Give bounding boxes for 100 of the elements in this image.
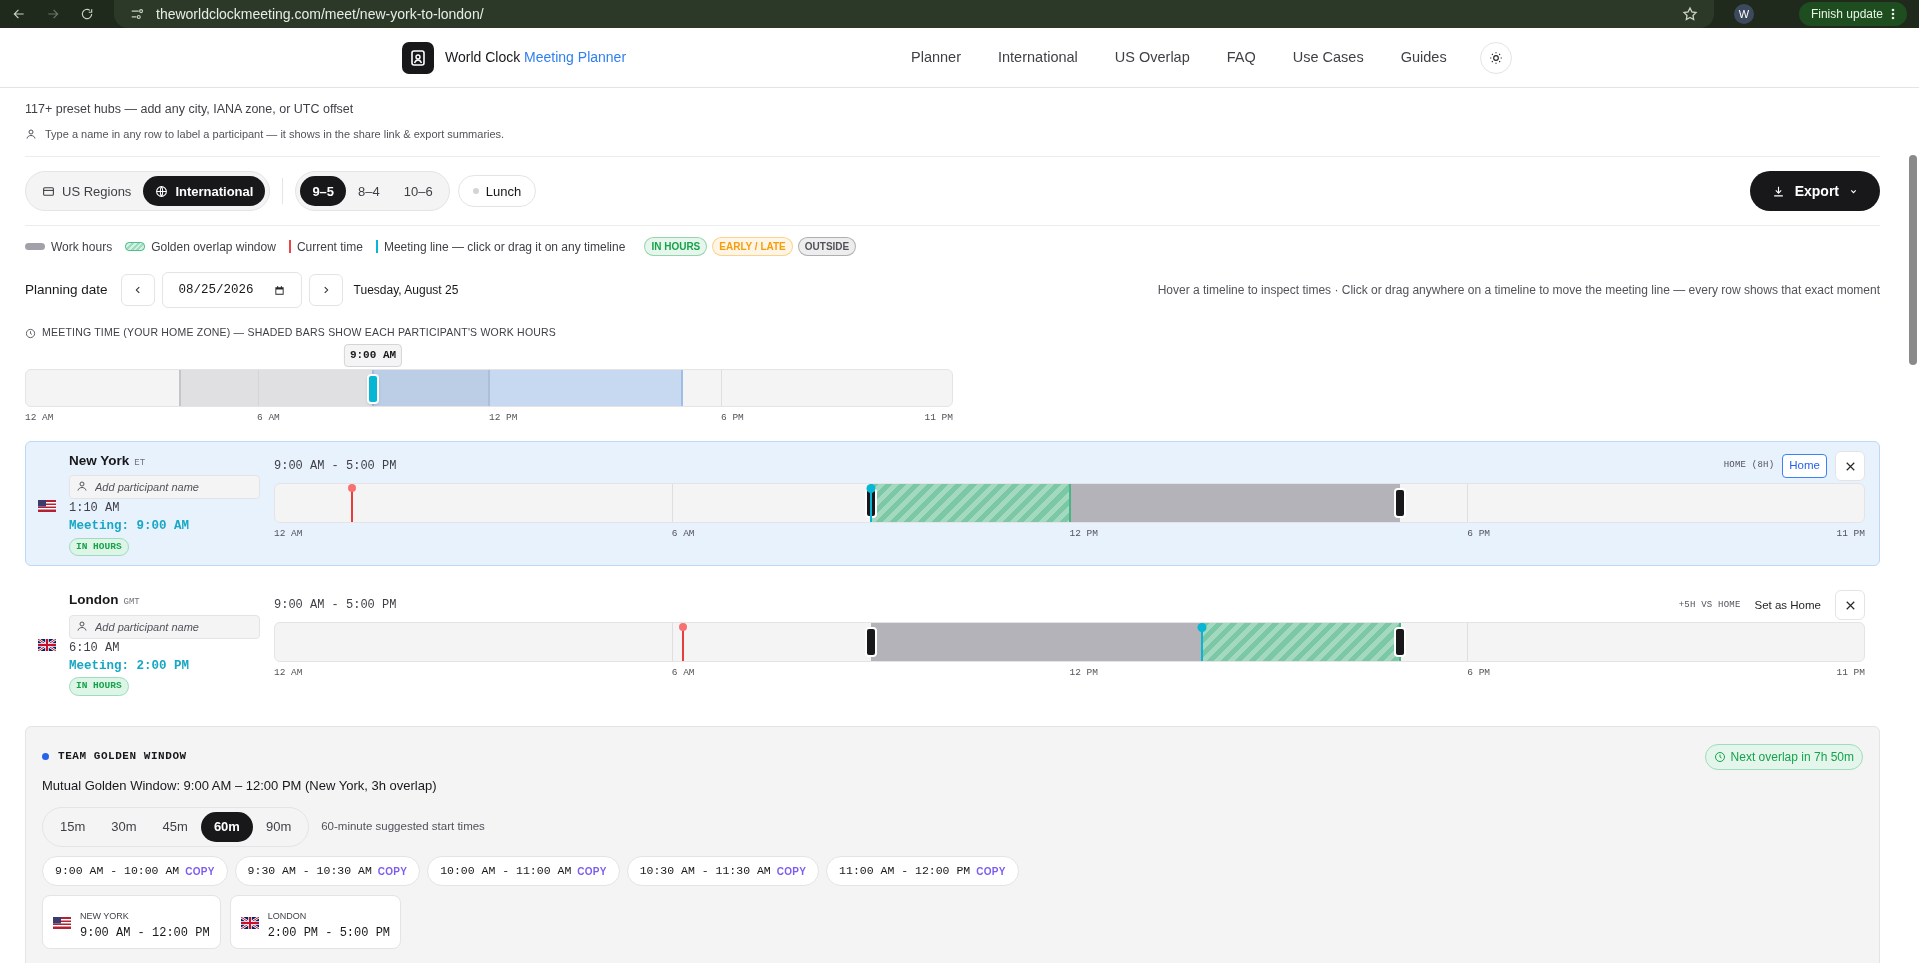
tick-label: 11 PM: [924, 411, 953, 425]
meeting-line-knob[interactable]: [866, 484, 876, 493]
work-hours-text: 9:00 AM - 5:00 PM: [274, 597, 397, 615]
zone-label: ET: [134, 457, 146, 470]
tick-label: 6 AM: [671, 666, 695, 681]
close-button[interactable]: [1835, 451, 1865, 481]
slot-time: 10:30 AM - 11:30 AM: [639, 863, 771, 880]
city-time-range: 2:00 PM - 5:00 PM: [267, 924, 391, 942]
local-time: 6:10 AM: [69, 639, 120, 657]
time-tooltip: 9:00 AM: [343, 344, 403, 367]
participant-name-field[interactable]: Add participant name: [69, 614, 260, 639]
update-button[interactable]: Finish update: [1798, 2, 1907, 26]
region-tab[interactable]: US Regions: [30, 176, 144, 207]
duration-tab[interactable]: 15m: [47, 812, 99, 842]
work-end-handle[interactable]: [1394, 627, 1407, 658]
meeting-time-track[interactable]: [25, 369, 953, 407]
meeting-time: Meeting: 2:00 PM: [69, 657, 190, 675]
set-home-button[interactable]: Set as Home: [1748, 593, 1827, 618]
current-time-swatch: [288, 240, 291, 254]
weekday-text: Tuesday, August 25: [353, 282, 459, 300]
address-bar[interactable]: theworldclockmeeting.com/meet/new-york-to-london/: [114, 0, 1714, 28]
hours-preset-tab[interactable]: 8–4: [346, 176, 392, 207]
legend-label: Current time: [296, 238, 363, 256]
duration-tab[interactable]: 60m: [200, 812, 253, 842]
logo-text: World Clock Meeting Planner: [445, 48, 627, 67]
reload-icon[interactable]: [80, 7, 94, 21]
work-start-handle[interactable]: [864, 627, 877, 658]
uk-flag-icon: [240, 917, 259, 929]
hours-preset-tab[interactable]: 9–5: [300, 176, 347, 207]
logo-icon: [402, 41, 434, 74]
city-time-range: 9:00 AM - 12:00 PM: [80, 924, 210, 942]
card-icon: [42, 184, 55, 198]
nav-link[interactable]: FAQ: [1226, 46, 1256, 69]
slot-time: 9:30 AM - 10:30 AM: [247, 863, 372, 880]
nav-link[interactable]: US Overlap: [1114, 46, 1190, 69]
close-button[interactable]: [1835, 590, 1865, 621]
help-text: Hover a timeline to inspect times · Click or drag anywhere on a timeline to move the meeting line — every row shows that exact moment: [1157, 282, 1880, 300]
calendar-icon: [273, 284, 285, 296]
scrollbar[interactable]: [1909, 155, 1917, 365]
timeline-track[interactable]: [274, 483, 1865, 523]
more-icon: [1891, 8, 1895, 20]
export-button[interactable]: Export: [1749, 171, 1880, 212]
tick-label: 12 PM: [1069, 527, 1098, 541]
meeting-line-swatch: [375, 240, 378, 254]
legend-label: Meeting line — click or drag it on any timeline: [383, 238, 626, 256]
sun-icon: [1488, 50, 1503, 65]
uk-flag-icon: [38, 639, 56, 652]
city-label: NEW YORK: [80, 910, 130, 923]
participant-name-field[interactable]: Add participant name: [69, 475, 260, 500]
tick-label: 11 PM: [1836, 527, 1865, 541]
forward-icon[interactable]: [46, 7, 60, 21]
date-field[interactable]: 08/25/2026: [161, 272, 302, 309]
legend-label: Work hours: [51, 238, 113, 256]
slot-time: 11:00 AM - 12:00 PM: [839, 863, 971, 880]
clock-icon: [25, 327, 36, 339]
legend-label: Golden overlap window: [151, 238, 276, 256]
copy-button[interactable]: COPY: [776, 863, 807, 879]
tick-label: 6 PM: [721, 411, 744, 425]
offset-label: +5H VS HOME: [1678, 598, 1741, 612]
star-icon[interactable]: [1682, 6, 1698, 22]
nav-link[interactable]: International: [998, 46, 1078, 69]
nav-link[interactable]: Use Cases: [1292, 46, 1364, 69]
hours-preset-tab[interactable]: 10–6: [391, 176, 445, 207]
tick-label: 12 PM: [489, 411, 518, 425]
timeline-track[interactable]: [274, 622, 1865, 663]
download-icon: [1771, 184, 1785, 198]
copy-button[interactable]: COPY: [377, 863, 408, 879]
profile-avatar[interactable]: W: [1734, 4, 1754, 24]
nav-link[interactable]: Planner: [911, 46, 961, 69]
golden-window-swatch: [125, 242, 146, 252]
back-icon[interactable]: [12, 7, 26, 21]
city-name: London: [69, 591, 119, 610]
slot-time: 9:00 AM - 10:00 AM: [55, 863, 180, 880]
clock-icon: [1713, 750, 1726, 763]
duration-tab[interactable]: 90m: [252, 812, 305, 842]
local-time: 1:10 AM: [69, 500, 120, 518]
person-icon: [76, 619, 88, 632]
tick-label: 12 AM: [25, 411, 54, 425]
summary-text: Mutual Golden Window: 9:00 AM – 12:00 PM (New York, 3h overlap): [42, 776, 438, 795]
tick-label: 6 AM: [671, 527, 695, 541]
tick-label: 6 PM: [1467, 666, 1491, 681]
home-badge[interactable]: Home: [1782, 454, 1827, 478]
tick-label: 12 PM: [1069, 666, 1098, 681]
duration-tab[interactable]: 45m: [149, 812, 201, 842]
work-end-handle[interactable]: [1394, 488, 1407, 518]
meeting-time: Meeting: 9:00 AM: [69, 518, 190, 536]
globe-icon: [155, 184, 169, 198]
region-tab[interactable]: International: [143, 176, 266, 207]
us-flag-icon: [53, 917, 71, 929]
copy-button[interactable]: COPY: [185, 863, 215, 879]
nav-link[interactable]: Guides: [1400, 46, 1447, 69]
copy-button[interactable]: COPY: [577, 863, 607, 879]
meeting-time-handle[interactable]: [367, 374, 380, 404]
copy-button[interactable]: COPY: [976, 863, 1006, 879]
zone-label: GMT: [123, 596, 140, 610]
person-icon: [76, 480, 88, 493]
offset-label: HOME (8H): [1723, 459, 1775, 473]
duration-tab[interactable]: 30m: [98, 812, 150, 842]
planning-date-label: Planning date: [25, 281, 108, 300]
site-settings-icon[interactable]: [130, 7, 144, 21]
